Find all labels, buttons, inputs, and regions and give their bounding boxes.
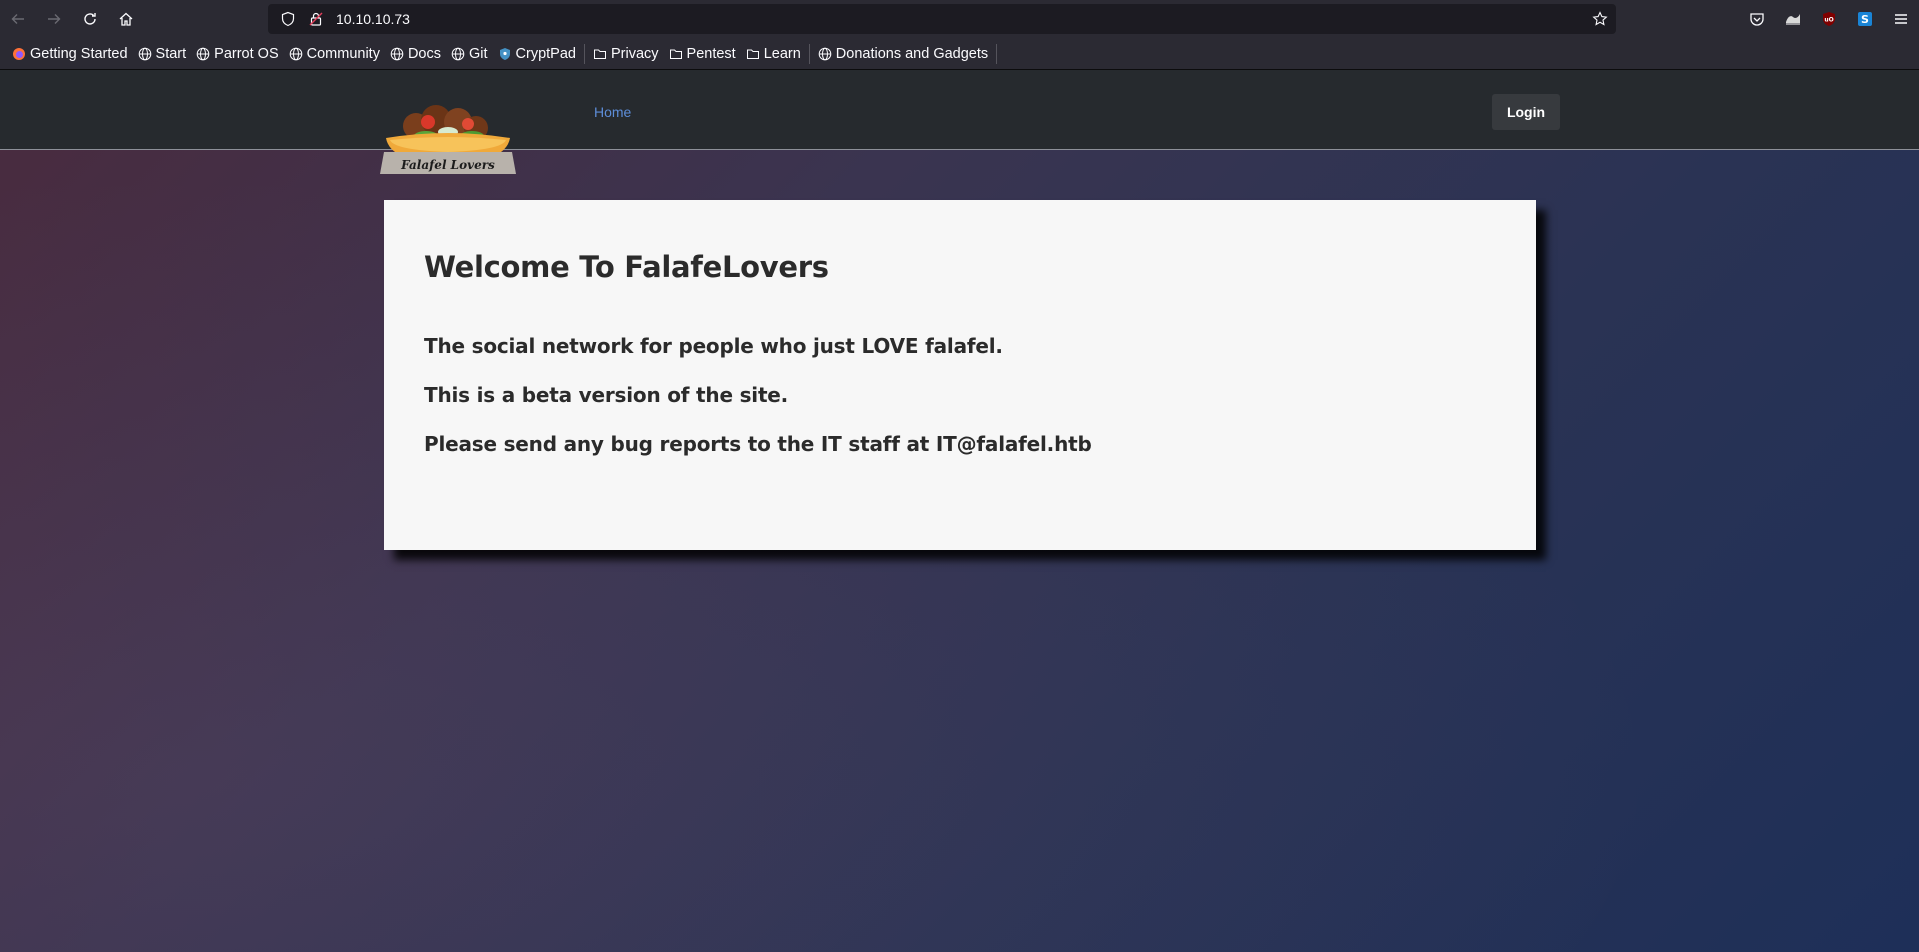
bookmark-getting-started[interactable]: Getting Started bbox=[7, 41, 133, 67]
bookmark-folder-privacy[interactable]: Privacy bbox=[588, 41, 664, 67]
bookmark-community[interactable]: Community bbox=[284, 41, 385, 67]
bookmark-folder-learn[interactable]: Learn bbox=[741, 41, 806, 67]
folder-icon bbox=[669, 47, 683, 61]
bookmark-donations-and-gadgets[interactable]: Donations and Gadgets bbox=[813, 41, 993, 67]
menu-icon[interactable] bbox=[1883, 3, 1919, 35]
bookmark-label: Docs bbox=[407, 45, 441, 62]
beta-notice: This is a beta version of the site. bbox=[424, 383, 789, 407]
svg-text:uO: uO bbox=[1824, 17, 1833, 24]
url-text[interactable]: 10.10.10.73 bbox=[336, 11, 410, 27]
logo-text: Falafel Lovers bbox=[401, 158, 495, 172]
firefox-icon bbox=[12, 47, 26, 61]
login-button[interactable]: Login bbox=[1492, 94, 1560, 130]
bookmark-separator bbox=[583, 43, 585, 64]
nav-home-link[interactable]: Home bbox=[594, 104, 631, 120]
reload-icon[interactable] bbox=[72, 3, 108, 35]
globe-icon bbox=[138, 47, 152, 61]
bookmark-label: Privacy bbox=[610, 45, 659, 62]
globe-icon bbox=[390, 47, 404, 61]
forward-icon[interactable] bbox=[36, 3, 72, 35]
site-logo[interactable]: Falafel Lovers bbox=[378, 100, 518, 178]
pocket-icon[interactable] bbox=[1739, 3, 1775, 35]
home-icon[interactable] bbox=[108, 3, 144, 35]
bug-report-notice: Please send any bug reports to the IT st… bbox=[424, 432, 1092, 456]
bookmark-cryptpad[interactable]: CryptPad bbox=[493, 41, 581, 67]
bookmark-label: Community bbox=[306, 45, 380, 62]
ublock-icon[interactable]: uO bbox=[1811, 3, 1847, 35]
bookmark-label: CryptPad bbox=[515, 45, 576, 62]
lock-icon[interactable] bbox=[308, 11, 324, 27]
folder-icon bbox=[746, 47, 760, 61]
bookmark-label: Donations and Gadgets bbox=[835, 45, 989, 62]
bookmark-label: Getting Started bbox=[30, 45, 128, 62]
globe-icon bbox=[196, 47, 210, 61]
welcome-card: Welcome To FalafeLovers The social netwo… bbox=[384, 200, 1536, 550]
bookmark-label: Learn bbox=[763, 45, 801, 62]
bookmark-docs[interactable]: Docs bbox=[385, 41, 446, 67]
bookmark-separator bbox=[996, 43, 998, 64]
folder-icon bbox=[593, 47, 607, 61]
bookmark-label: Parrot OS bbox=[214, 45, 279, 62]
bookmark-folder-pentest[interactable]: Pentest bbox=[664, 41, 741, 67]
cryptpad-icon bbox=[498, 47, 512, 61]
extension-icon[interactable] bbox=[1775, 3, 1811, 35]
bookmark-label: Git bbox=[469, 45, 488, 62]
globe-icon bbox=[289, 47, 303, 61]
svg-text:S: S bbox=[1861, 13, 1869, 26]
globe-icon bbox=[451, 47, 465, 61]
welcome-heading: Welcome To FalafeLovers bbox=[424, 250, 829, 284]
intro-line: The social network for people who just L… bbox=[424, 334, 1003, 358]
bookmark-label: Pentest bbox=[686, 45, 736, 62]
bookmark-separator bbox=[808, 43, 810, 64]
shield-icon[interactable] bbox=[280, 11, 296, 27]
browser-toolbar: 10.10.10.73 uO S bbox=[0, 0, 1919, 38]
site-navbar: Home Login bbox=[0, 70, 1919, 150]
star-icon[interactable] bbox=[1592, 11, 1608, 27]
back-icon[interactable] bbox=[0, 3, 36, 35]
bookmark-git[interactable]: Git bbox=[446, 41, 493, 67]
bookmark-parrot-os[interactable]: Parrot OS bbox=[191, 41, 283, 67]
bookmark-label: Start bbox=[155, 45, 187, 62]
s-extension-icon[interactable]: S bbox=[1847, 3, 1883, 35]
bookmarks-bar: Getting Started Start Parrot OS Communit… bbox=[0, 38, 1919, 70]
url-bar[interactable]: 10.10.10.73 bbox=[268, 4, 1616, 34]
bookmark-start[interactable]: Start bbox=[133, 41, 192, 67]
globe-icon bbox=[818, 47, 832, 61]
page-viewport: Home Login Falafel Lovers Welcome To Fal… bbox=[0, 70, 1919, 952]
